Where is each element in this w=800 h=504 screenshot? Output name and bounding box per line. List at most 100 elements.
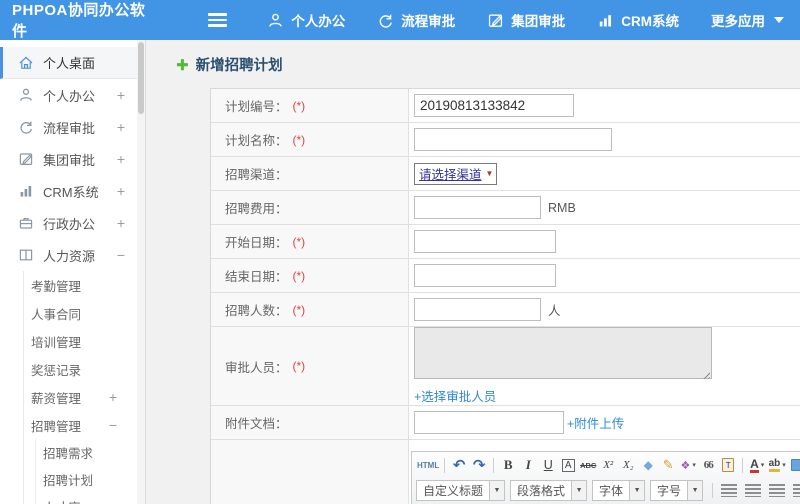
sidebar-item-label: 个人桌面 xyxy=(43,56,96,71)
choose-approvers-link[interactable]: +选择审批人员 xyxy=(414,386,496,405)
sidebar-item-talent-pool[interactable]: 人才库 xyxy=(0,493,145,504)
nav-item-crm-system[interactable]: CRM系统 xyxy=(597,10,679,30)
nav-item-personal-office[interactable]: 个人办公 xyxy=(267,10,345,30)
sidebar-scrollbar[interactable] xyxy=(137,40,145,504)
combo-paragraph-format[interactable]: 段落格式 ▼ xyxy=(510,479,588,501)
eraser-icon[interactable]: ◆ xyxy=(639,456,657,474)
attachment-upload-link[interactable]: +附件上传 xyxy=(567,413,624,432)
format-painter-icon[interactable]: ❖ ▾ xyxy=(679,456,697,474)
hamburger-icon[interactable] xyxy=(208,10,228,30)
sidebar-item-personal-desktop[interactable]: 个人桌面 xyxy=(0,47,145,79)
nav-item-label: 流程审批 xyxy=(401,14,456,29)
start-date-input[interactable] xyxy=(414,230,556,253)
field-label-text: 计划编号： xyxy=(225,100,288,114)
align-justify-icon[interactable] xyxy=(793,483,800,497)
char-border-icon[interactable]: A xyxy=(559,456,577,474)
sidebar-item-rewards[interactable]: 奖惩记录 xyxy=(0,355,145,383)
html-source-icon[interactable]: HTML xyxy=(417,456,439,474)
sidebar: 个人桌面 个人办公 + 流程审批 + 集团审批 + CRM系统 + 行政办公 + 人力资源 − 考勤管理人… xyxy=(0,40,146,504)
highlight-color-icon[interactable]: ab ▾ xyxy=(768,456,786,474)
sidebar-item-group-approval[interactable]: 集团审批 + xyxy=(0,143,145,175)
clear-format-icon[interactable]: ✎ xyxy=(659,456,677,474)
expand-icon[interactable]: + xyxy=(109,389,117,405)
chevron-down-icon[interactable]: ▼ xyxy=(489,480,505,500)
field-label-start-date: 开始日期： (*) xyxy=(211,225,409,258)
nav-item-more-apps[interactable]: 更多应用 xyxy=(711,10,784,30)
align-right-icon[interactable] xyxy=(769,483,786,497)
field-value-end-date xyxy=(409,259,800,292)
bold-icon[interactable]: B xyxy=(499,456,517,474)
sidebar-scrollbar-thumb[interactable] xyxy=(138,42,144,114)
blockquote-icon[interactable]: 66 xyxy=(699,456,717,474)
form-row-fee: 招聘费用： RMB xyxy=(211,191,800,225)
attachment-input[interactable] xyxy=(414,411,564,434)
sidebar-item-label: CRM系统 xyxy=(43,184,99,200)
sidebar-item-admin-office[interactable]: 行政办公 + xyxy=(0,207,145,239)
sidebar-item-label: 个人办公 xyxy=(43,88,96,104)
chevron-down-icon[interactable]: ▼ xyxy=(629,480,645,500)
nav-item-group-approval[interactable]: 集团审批 xyxy=(487,10,565,30)
superscript-icon[interactable]: X² xyxy=(599,456,617,474)
align-left-icon[interactable] xyxy=(721,483,738,497)
channel-select[interactable]: 请选择渠道 ▼ xyxy=(414,162,498,185)
sidebar-item-label: 人才库 xyxy=(43,497,81,504)
sidebar-item-label: 奖惩记录 xyxy=(31,363,82,378)
expand-icon[interactable]: + xyxy=(117,119,125,135)
sidebar-item-recruit-mgmt[interactable]: 招聘管理 − xyxy=(0,411,145,439)
insert-image-icon[interactable] xyxy=(788,456,800,474)
required-mark: (*) xyxy=(292,268,306,283)
sidebar-item-recruit-demand[interactable]: 招聘需求 xyxy=(0,439,145,466)
sidebar-item-personal-office[interactable]: 个人办公 + xyxy=(0,79,145,111)
combo-custom-title[interactable]: 自定义标题 ▼ xyxy=(416,479,506,501)
sidebar-item-attendance[interactable]: 考勤管理 xyxy=(0,271,145,299)
chevron-down-icon[interactable]: ▼ xyxy=(687,480,703,500)
required-mark: (*) xyxy=(292,98,306,113)
user-icon xyxy=(267,12,284,29)
font-color-icon[interactable]: A ▾ xyxy=(748,456,766,474)
sidebar-item-label: 行政办公 xyxy=(43,216,96,232)
align-center-icon[interactable] xyxy=(745,483,762,497)
headcount-input[interactable] xyxy=(414,298,541,321)
sidebar-item-process-approval[interactable]: 流程审批 + xyxy=(0,111,145,143)
caret-down-icon xyxy=(774,17,784,23)
collapse-icon[interactable]: − xyxy=(109,417,117,433)
home-icon xyxy=(18,55,34,71)
sidebar-item-recruit-plan[interactable]: 招聘计划 xyxy=(0,466,145,493)
field-label-plan-name: 计划名称： (*) xyxy=(211,123,409,156)
redo-icon[interactable]: ↷ xyxy=(470,456,488,474)
combo-label: 字体 xyxy=(599,483,624,498)
italic-icon[interactable]: I xyxy=(519,456,537,474)
field-label-fee: 招聘费用： xyxy=(211,191,409,224)
combo-font-size[interactable]: 字号 ▼ xyxy=(650,479,704,501)
end-date-input[interactable] xyxy=(414,264,556,287)
underline-icon[interactable]: U xyxy=(539,456,557,474)
sidebar-item-hr-contract[interactable]: 人事合同 xyxy=(0,299,145,327)
plan-name-input[interactable] xyxy=(414,128,612,151)
field-label-plan-number: 计划编号： (*) xyxy=(211,89,409,122)
collapse-icon[interactable]: − xyxy=(117,247,125,263)
expand-icon[interactable]: + xyxy=(117,87,125,103)
undo-icon[interactable]: ↶ xyxy=(450,456,468,474)
fee-input[interactable] xyxy=(414,196,541,219)
nav-item-process-approval[interactable]: 流程审批 xyxy=(377,10,455,30)
paste-text-icon[interactable]: T xyxy=(719,456,737,474)
field-value-plan-number xyxy=(409,89,800,122)
plan-number-input[interactable] xyxy=(414,94,574,117)
expand-icon[interactable]: + xyxy=(117,183,125,199)
sidebar-item-crm-system[interactable]: CRM系统 + xyxy=(0,175,145,207)
chevron-down-icon[interactable]: ▼ xyxy=(571,480,587,500)
form-row-start-date: 开始日期： (*) xyxy=(211,225,800,259)
sidebar-item-training[interactable]: 培训管理 xyxy=(0,327,145,355)
approvers-textarea[interactable] xyxy=(414,327,712,379)
chevron-down-icon: ▼ xyxy=(485,169,494,178)
subscript-icon[interactable]: X₂ xyxy=(619,456,637,474)
expand-icon[interactable]: + xyxy=(117,151,125,167)
sidebar-item-salary[interactable]: 薪资管理 + xyxy=(0,383,145,411)
sidebar-item-human-resources[interactable]: 人力资源 − xyxy=(0,239,145,271)
rich-text-editor: HTML ↶ ↷ B I U A ABC X² X₂ ◆ ✎ ❖ ▾ 66 T A ▾ ab ▾ 自定义标题 ▼ 段落格式 ▼… xyxy=(411,451,800,504)
expand-icon[interactable]: + xyxy=(117,215,125,231)
field-value-plan-name xyxy=(409,123,800,156)
plus-icon: ✚ xyxy=(176,56,189,74)
combo-font-family[interactable]: 字体 ▼ xyxy=(592,479,646,501)
strikethrough-icon[interactable]: ABC xyxy=(579,456,597,474)
